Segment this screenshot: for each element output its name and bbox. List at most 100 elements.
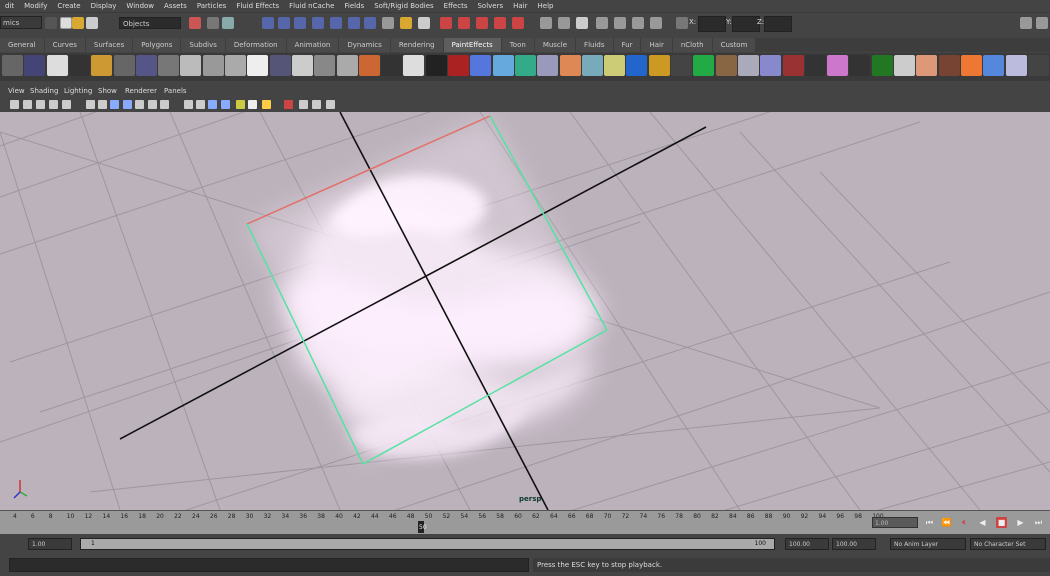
channel-box-toggle-icon[interactable] (1036, 17, 1048, 29)
paint-effects-brush-icon[interactable] (581, 55, 603, 76)
panel-tool-icon[interactable] (299, 100, 308, 109)
start-time-field[interactable]: 1.00 (28, 538, 72, 550)
panel-menu-item[interactable]: Renderer (125, 87, 157, 95)
paint-effects-brush-icon[interactable] (158, 55, 180, 76)
z-input[interactable] (764, 16, 792, 32)
panel-tool-icon[interactable] (110, 100, 119, 109)
new-scene-icon[interactable] (60, 17, 72, 29)
paint-effects-brush-icon[interactable] (247, 55, 269, 76)
make-live-icon[interactable] (330, 17, 342, 29)
paint-effects-brush-icon[interactable] (1005, 55, 1027, 76)
select-by-component-icon[interactable] (222, 17, 234, 29)
shelf-tab[interactable]: PaintEffects (443, 38, 501, 52)
paint-effects-brush-icon[interactable] (113, 55, 135, 76)
save-scene-icon[interactable] (86, 17, 98, 29)
anim-end-field[interactable]: 100.00 (832, 538, 876, 550)
shelf-tab[interactable]: Hair (641, 38, 672, 52)
menu-item[interactable]: Solvers (472, 2, 508, 10)
paint-effects-brush-icon[interactable] (693, 55, 715, 76)
paint-effects-brush-icon[interactable] (849, 55, 871, 76)
play-backwards-icon[interactable]: ◀ (977, 517, 988, 528)
paint-effects-brush-icon[interactable] (938, 55, 960, 76)
paint-effects-brush-icon[interactable] (24, 55, 46, 76)
panel-tool-icon[interactable] (208, 100, 217, 109)
select-by-object-type-icon[interactable] (207, 17, 219, 29)
perspective-viewport[interactable]: persp (0, 112, 1050, 510)
paint-effects-brush-icon[interactable] (559, 55, 581, 76)
paint-effects-brush-icon[interactable] (983, 55, 1005, 76)
panel-tool-icon[interactable] (36, 100, 45, 109)
render-view-icon[interactable] (476, 17, 488, 29)
menu-item[interactable]: dit (0, 2, 19, 10)
soft-select-icon[interactable] (614, 17, 626, 29)
snap-to-point-icon[interactable] (294, 17, 306, 29)
panel-tool-icon[interactable] (123, 100, 132, 109)
paint-effects-brush-icon[interactable] (336, 55, 358, 76)
shelf-tab[interactable]: Polygons (133, 38, 181, 52)
go-to-end-icon[interactable]: ⏭ (1033, 517, 1044, 528)
render-settings-icon[interactable] (440, 17, 452, 29)
paint-effects-brush-icon[interactable] (68, 55, 90, 76)
playback-range-bar[interactable]: 1 100 (80, 538, 775, 550)
paint-effects-brush-icon[interactable] (737, 55, 759, 76)
menu-item[interactable]: Fluid Effects (231, 2, 284, 10)
step-back-key-icon[interactable]: ⏴ (958, 517, 969, 528)
panel-tool-icon[interactable] (98, 100, 107, 109)
paint-effects-brush-icon[interactable] (916, 55, 938, 76)
x-input[interactable] (698, 16, 726, 32)
step-back-frame-icon[interactable]: ⏪ (941, 517, 952, 528)
select-by-hierarchy-icon[interactable] (189, 17, 201, 29)
shelf-tab[interactable]: Subdivs (181, 38, 225, 52)
menu-item[interactable]: Display (86, 2, 122, 10)
panel-tool-icon[interactable] (184, 100, 193, 109)
panel-menu-item[interactable]: Lighting (64, 87, 92, 95)
panel-tool-icon[interactable] (248, 100, 257, 109)
paint-effects-brush-icon[interactable] (782, 55, 804, 76)
menu-item[interactable]: Fluid nCache (284, 2, 339, 10)
current-time-field[interactable]: 1.00 (872, 517, 918, 528)
show-hide-channel-box-icon[interactable] (576, 17, 588, 29)
menu-item[interactable]: Soft/Rigid Bodies (369, 2, 438, 10)
absolute-transform-icon[interactable] (676, 17, 688, 29)
paint-effects-brush-icon[interactable] (91, 55, 113, 76)
panel-menu-item[interactable]: Show (98, 87, 117, 95)
panel-tool-icon[interactable] (284, 100, 293, 109)
panel-tool-icon[interactable] (160, 100, 169, 109)
panel-tool-icon[interactable] (312, 100, 321, 109)
shelf-tab[interactable]: Fluids (576, 38, 613, 52)
snap-to-grid-icon[interactable] (262, 17, 274, 29)
panel-tool-icon[interactable] (86, 100, 95, 109)
panel-tool-icon[interactable] (236, 100, 245, 109)
paint-effects-brush-icon[interactable] (715, 55, 737, 76)
menu-item[interactable]: Create (52, 2, 85, 10)
paint-effects-brush-icon[interactable] (514, 55, 536, 76)
snap-to-view-plane-icon[interactable] (312, 17, 324, 29)
render-region-icon[interactable] (494, 17, 506, 29)
paint-effects-brush-icon[interactable] (46, 55, 68, 76)
hypershade-icon[interactable] (458, 17, 470, 29)
panel-tool-icon[interactable] (148, 100, 157, 109)
input-ops-icon[interactable] (348, 17, 360, 29)
paint-effects-brush-icon[interactable] (314, 55, 336, 76)
paint-effects-brush-icon[interactable] (381, 55, 403, 76)
paint-effects-brush-icon[interactable] (671, 55, 692, 76)
shelf-tab[interactable]: Fur (613, 38, 641, 52)
snapshot-icon[interactable] (512, 17, 524, 29)
scene-new-icon[interactable] (45, 17, 57, 29)
paint-effects-brush-icon[interactable] (960, 55, 982, 76)
panel-tool-icon[interactable] (262, 100, 271, 109)
paint-effects-brush-icon[interactable] (225, 55, 246, 76)
paint-effects-brush-icon[interactable] (269, 55, 291, 76)
menu-set-dropdown[interactable]: mics (0, 16, 42, 29)
menu-item[interactable]: Hair (508, 2, 532, 10)
panel-tool-icon[interactable] (49, 100, 58, 109)
menu-item[interactable]: Effects (439, 2, 473, 10)
render-current-frame-icon[interactable] (400, 17, 412, 29)
reflection-icon[interactable] (632, 17, 644, 29)
paint-effects-brush-icon[interactable] (894, 55, 915, 76)
output-ops-icon[interactable] (364, 17, 376, 29)
shelf-tab[interactable]: Deformation (225, 38, 286, 52)
menu-item[interactable]: Fields (339, 2, 369, 10)
menu-item[interactable]: Window (121, 2, 159, 10)
paint-effects-brush-icon[interactable] (537, 55, 559, 76)
